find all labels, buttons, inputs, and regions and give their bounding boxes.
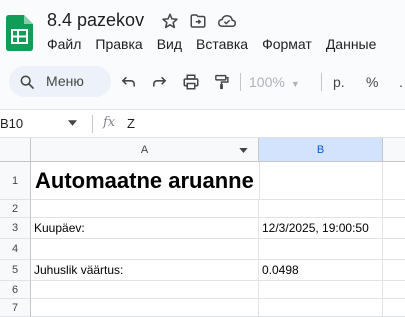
formula-bar-separator bbox=[92, 115, 93, 133]
menu-search-label: Меню bbox=[46, 73, 84, 89]
cell-c5[interactable] bbox=[383, 260, 405, 281]
cell-c2[interactable] bbox=[383, 200, 405, 218]
column-menu-icon[interactable] bbox=[239, 148, 248, 153]
paint-format-icon[interactable] bbox=[213, 73, 230, 91]
format-more-button[interactable]: . bbox=[399, 74, 403, 90]
row-header[interactable]: 3 bbox=[0, 218, 31, 239]
fx-icon: fx bbox=[103, 115, 116, 130]
cell-c1[interactable] bbox=[383, 162, 405, 200]
document-title[interactable]: 8.4 pazekov bbox=[47, 9, 144, 31]
cell-b2[interactable] bbox=[259, 200, 383, 218]
select-all-corner[interactable] bbox=[0, 138, 31, 162]
cell-b1[interactable] bbox=[259, 162, 383, 200]
format-currency-button[interactable]: р. bbox=[333, 74, 345, 90]
cell-b7[interactable] bbox=[259, 299, 383, 317]
column-header-b[interactable]: B bbox=[259, 138, 383, 162]
name-box-dropdown-icon[interactable] bbox=[68, 120, 77, 126]
zoom-value: 100% bbox=[249, 74, 285, 90]
cell-a2[interactable] bbox=[31, 200, 259, 218]
cell-b3[interactable]: 12/3/2025, 19:00:50 bbox=[259, 218, 383, 239]
menu-search-button[interactable]: Меню bbox=[9, 66, 111, 97]
undo-icon[interactable] bbox=[120, 73, 137, 90]
print-icon[interactable] bbox=[182, 73, 200, 91]
column-header-c[interactable] bbox=[383, 138, 405, 162]
menu-insert[interactable]: Вставка bbox=[196, 35, 248, 53]
name-box[interactable]: B10 bbox=[0, 116, 23, 131]
sheet-grid: A B 1 Automaatne aruanne 2 3 Kuupäev: 12… bbox=[0, 138, 405, 317]
zoom-select[interactable]: 100% ▼ bbox=[249, 74, 300, 90]
menu-view[interactable]: Вид bbox=[157, 35, 182, 53]
menu-data[interactable]: Данные bbox=[326, 35, 377, 53]
cell-a1[interactable]: Automaatne aruanne bbox=[31, 162, 259, 200]
column-header-b-label: B bbox=[316, 144, 325, 156]
search-icon bbox=[20, 75, 34, 89]
row-header[interactable]: 6 bbox=[0, 281, 31, 299]
star-icon[interactable] bbox=[161, 12, 179, 30]
cell-a3[interactable]: Kuupäev: bbox=[31, 218, 259, 239]
formula-input[interactable]: Z bbox=[127, 116, 135, 131]
formula-bar: B10 fx Z bbox=[0, 109, 405, 138]
row-header[interactable]: 4 bbox=[0, 239, 31, 260]
menu-bar: Файл Правка Вид Вставка Формат Данные bbox=[47, 35, 390, 53]
cell-c7[interactable] bbox=[383, 299, 405, 317]
row-header[interactable]: 1 bbox=[0, 162, 31, 200]
cell-a6[interactable] bbox=[31, 281, 259, 299]
menu-file[interactable]: Файл bbox=[47, 35, 81, 53]
chevron-down-icon: ▼ bbox=[290, 79, 300, 89]
menu-edit[interactable]: Правка bbox=[95, 35, 142, 53]
cell-a4[interactable] bbox=[31, 239, 259, 260]
cell-b6[interactable] bbox=[259, 281, 383, 299]
toolbar: Меню 100% ▼ р. % . bbox=[0, 64, 405, 100]
cell-a7[interactable] bbox=[31, 299, 259, 317]
toolbar-separator bbox=[321, 73, 322, 91]
cell-b5[interactable]: 0.0498 bbox=[259, 260, 383, 281]
google-sheets-logo[interactable] bbox=[6, 15, 33, 51]
cloud-saved-icon[interactable] bbox=[217, 12, 237, 30]
cell-c6[interactable] bbox=[383, 281, 405, 299]
cell-b4[interactable] bbox=[259, 239, 383, 260]
cell-a5[interactable]: Juhuslik väärtus: bbox=[31, 260, 259, 281]
format-percent-button[interactable]: % bbox=[366, 74, 378, 90]
row-header[interactable]: 7 bbox=[0, 299, 31, 317]
toolbar-separator bbox=[240, 73, 241, 91]
row-header[interactable]: 2 bbox=[0, 200, 31, 218]
column-header-a-label: A bbox=[140, 144, 149, 156]
menu-format[interactable]: Формат bbox=[262, 35, 312, 53]
redo-icon[interactable] bbox=[151, 73, 168, 90]
cell-c4[interactable] bbox=[383, 239, 405, 260]
cell-c3[interactable] bbox=[383, 218, 405, 239]
row-header[interactable]: 5 bbox=[0, 260, 31, 281]
column-header-a[interactable]: A bbox=[31, 138, 259, 162]
folder-move-icon[interactable] bbox=[189, 12, 207, 30]
